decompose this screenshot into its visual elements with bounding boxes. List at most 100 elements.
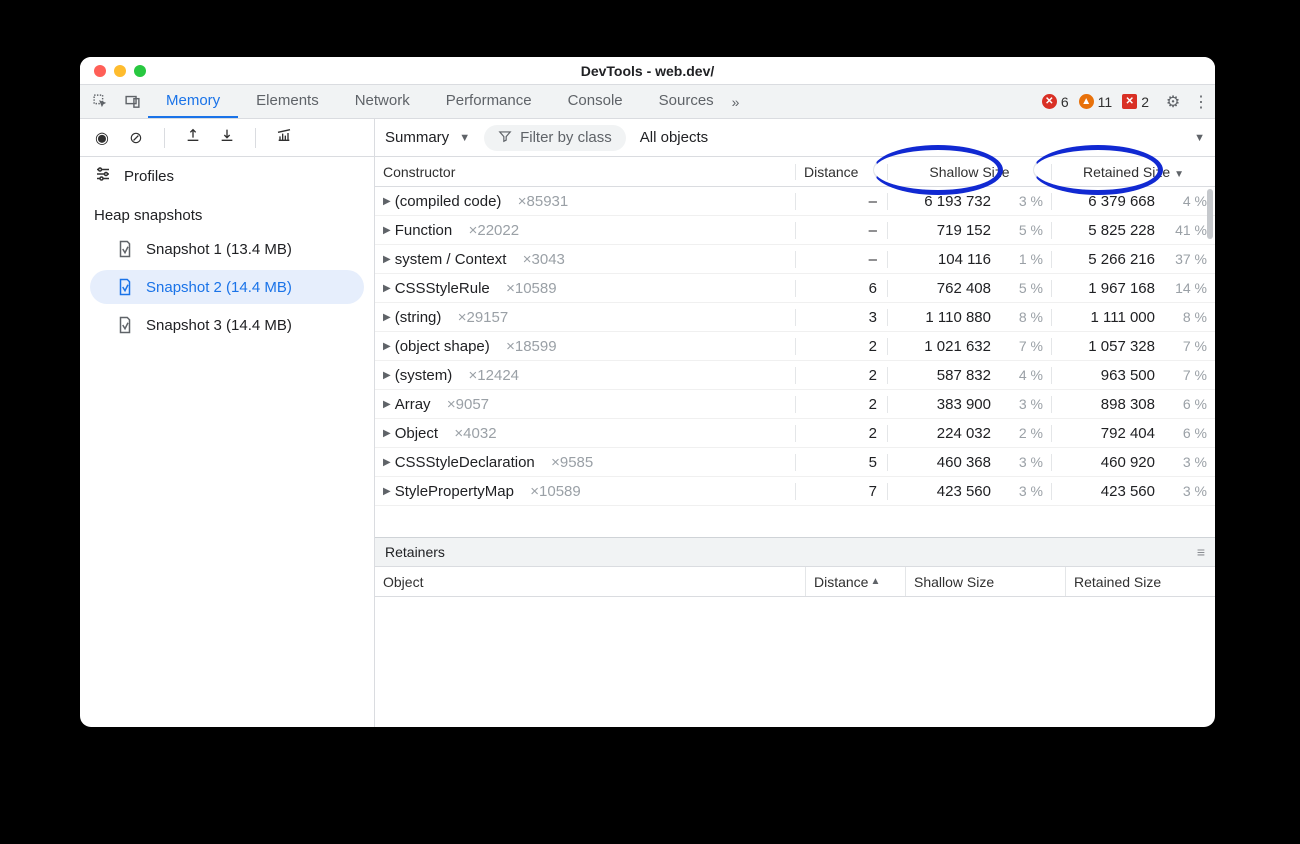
expand-icon[interactable]: ▶ <box>383 370 391 381</box>
snapshot-label: Snapshot 1 (13.4 MB) <box>146 241 292 258</box>
constructor-row[interactable]: ▶ (compiled code) ×85931–6 193 7323 %6 3… <box>375 187 1215 216</box>
hamburger-icon[interactable]: ≡ <box>1197 544 1205 560</box>
col-constructor[interactable]: Constructor <box>375 164 795 180</box>
constructor-row[interactable]: ▶ StylePropertyMap ×105897423 5603 %423 … <box>375 477 1215 506</box>
col-shallow-size[interactable]: Shallow Size <box>887 164 1051 180</box>
scrollbar-thumb[interactable] <box>1207 189 1213 239</box>
more-tabs-icon[interactable]: » <box>732 85 740 118</box>
constructor-row[interactable]: ▶ (string) ×2915731 110 8808 %1 111 0008… <box>375 303 1215 332</box>
constructor-row[interactable]: ▶ CSSStyleDeclaration ×95855460 3683 %46… <box>375 448 1215 477</box>
constructor-row[interactable]: ▶ (object shape) ×1859921 021 6327 %1 05… <box>375 332 1215 361</box>
view-dropdown[interactable]: Summary ▼ <box>385 129 470 146</box>
garbage-collect-icon[interactable] <box>272 127 296 148</box>
memory-main-panel: Summary ▼ Filter by class All objects ▼ … <box>375 119 1215 727</box>
snapshot-item-2[interactable]: Snapshot 2 (14.4 MB) <box>90 270 364 304</box>
constructor-row[interactable]: ▶ Function ×22022–719 1525 %5 825 22841 … <box>375 216 1215 245</box>
col-retained-size[interactable]: Retained Size▼ <box>1051 164 1215 180</box>
retained-size-cell: 1 057 328 <box>1051 338 1161 355</box>
import-icon[interactable] <box>215 127 239 148</box>
shallow-pct-cell: 1 % <box>997 251 1051 267</box>
expand-icon[interactable]: ▶ <box>383 225 391 236</box>
retained-size-cell: 792 404 <box>1051 425 1161 442</box>
expand-icon[interactable]: ▶ <box>383 196 391 207</box>
expand-icon[interactable]: ▶ <box>383 312 391 323</box>
instance-count: ×9585 <box>551 454 593 471</box>
instance-count: ×22022 <box>469 222 519 239</box>
snapshot-item-3[interactable]: Snapshot 3 (14.4 MB) <box>90 308 364 342</box>
instance-count: ×12424 <box>469 367 519 384</box>
distance-cell: – <box>795 251 887 268</box>
retained-size-cell: 963 500 <box>1051 367 1161 384</box>
constructors-body[interactable]: ▶ (compiled code) ×85931–6 193 7323 %6 3… <box>375 187 1215 537</box>
device-toolbar-icon[interactable] <box>116 85 148 118</box>
tab-sources[interactable]: Sources <box>641 85 732 118</box>
expand-icon[interactable]: ▶ <box>383 283 391 294</box>
tab-performance[interactable]: Performance <box>428 85 550 118</box>
error-count-badge[interactable]: ✕6 <box>1042 85 1069 118</box>
expand-icon[interactable]: ▶ <box>383 254 391 265</box>
shallow-size-cell: 762 408 <box>887 280 997 297</box>
kebab-menu-icon[interactable]: ⋮ <box>1187 85 1215 118</box>
col-distance[interactable]: Distance <box>795 164 887 180</box>
shallow-pct-cell: 7 % <box>997 338 1051 354</box>
expand-icon[interactable]: ▶ <box>383 428 391 439</box>
shallow-pct-cell: 3 % <box>997 193 1051 209</box>
constructor-name: Array <box>395 396 431 413</box>
constructor-row[interactable]: ▶ system / Context ×3043–104 1161 %5 266… <box>375 245 1215 274</box>
retained-pct-cell: 37 % <box>1161 251 1215 267</box>
filter-input[interactable]: Filter by class <box>520 129 612 146</box>
window-title: DevTools - web.dev/ <box>80 63 1215 79</box>
ret-col-retained[interactable]: Retained Size <box>1065 567 1215 596</box>
constructor-row[interactable]: ▶ CSSStyleRule ×105896762 4085 %1 967 16… <box>375 274 1215 303</box>
chevron-down-icon[interactable]: ▼ <box>1194 132 1205 144</box>
sliders-icon <box>94 165 112 187</box>
constructor-row[interactable]: ▶ Array ×90572383 9003 %898 3086 % <box>375 390 1215 419</box>
expand-icon[interactable]: ▶ <box>383 486 391 497</box>
tab-elements[interactable]: Elements <box>238 85 337 118</box>
distance-cell: 2 <box>795 367 887 384</box>
filter-icon <box>498 129 512 147</box>
instance-count: ×10589 <box>506 280 556 297</box>
distance-cell: 5 <box>795 454 887 471</box>
issues-count: 2 <box>1141 94 1149 110</box>
snapshot-item-1[interactable]: Snapshot 1 (13.4 MB) <box>90 232 364 266</box>
ret-col-shallow[interactable]: Shallow Size <box>905 567 1065 596</box>
export-icon[interactable] <box>181 127 205 148</box>
constructor-name: (string) <box>395 309 442 326</box>
issues-count-badge[interactable]: ✕2 <box>1122 85 1149 118</box>
profiles-heading[interactable]: Profiles <box>80 157 374 193</box>
record-icon[interactable]: ◉ <box>90 128 114 148</box>
snapshot-label: Snapshot 2 (14.4 MB) <box>146 279 292 296</box>
tab-network[interactable]: Network <box>337 85 428 118</box>
expand-icon[interactable]: ▶ <box>383 341 391 352</box>
clear-icon[interactable]: ⊘ <box>124 128 148 148</box>
retained-size-cell: 1 111 000 <box>1051 309 1161 326</box>
settings-icon[interactable]: ⚙ <box>1159 85 1187 118</box>
sort-asc-icon: ▲ <box>870 576 880 587</box>
comparison-dropdown[interactable]: All objects <box>640 129 708 146</box>
constructor-row[interactable]: ▶ (system) ×124242587 8324 %963 5007 % <box>375 361 1215 390</box>
shallow-pct-cell: 3 % <box>997 483 1051 499</box>
tab-memory[interactable]: Memory <box>148 85 238 118</box>
constructors-table: Constructor Distance Shallow Size Retain… <box>375 157 1215 727</box>
shallow-size-cell: 460 368 <box>887 454 997 471</box>
ret-col-distance[interactable]: Distance▲ <box>805 567 905 596</box>
retained-pct-cell: 8 % <box>1161 309 1215 325</box>
inspect-element-icon[interactable] <box>84 85 116 118</box>
filter-pill[interactable]: Filter by class <box>484 125 626 151</box>
tab-console[interactable]: Console <box>550 85 641 118</box>
expand-icon[interactable]: ▶ <box>383 457 391 468</box>
warning-count-badge[interactable]: ▲11 <box>1079 85 1113 118</box>
shallow-pct-cell: 8 % <box>997 309 1051 325</box>
constructor-name: CSSStyleRule <box>395 280 490 297</box>
chevron-down-icon: ▼ <box>459 132 470 144</box>
expand-icon[interactable]: ▶ <box>383 399 391 410</box>
retained-size-cell: 1 967 168 <box>1051 280 1161 297</box>
shallow-pct-cell: 2 % <box>997 425 1051 441</box>
constructor-name: (system) <box>395 367 453 384</box>
instance-count: ×29157 <box>458 309 508 326</box>
comparison-label: All objects <box>640 129 708 146</box>
constructor-row[interactable]: ▶ Object ×40322224 0322 %792 4046 % <box>375 419 1215 448</box>
ret-col-object[interactable]: Object <box>375 567 805 596</box>
constructor-name: StylePropertyMap <box>395 483 514 500</box>
